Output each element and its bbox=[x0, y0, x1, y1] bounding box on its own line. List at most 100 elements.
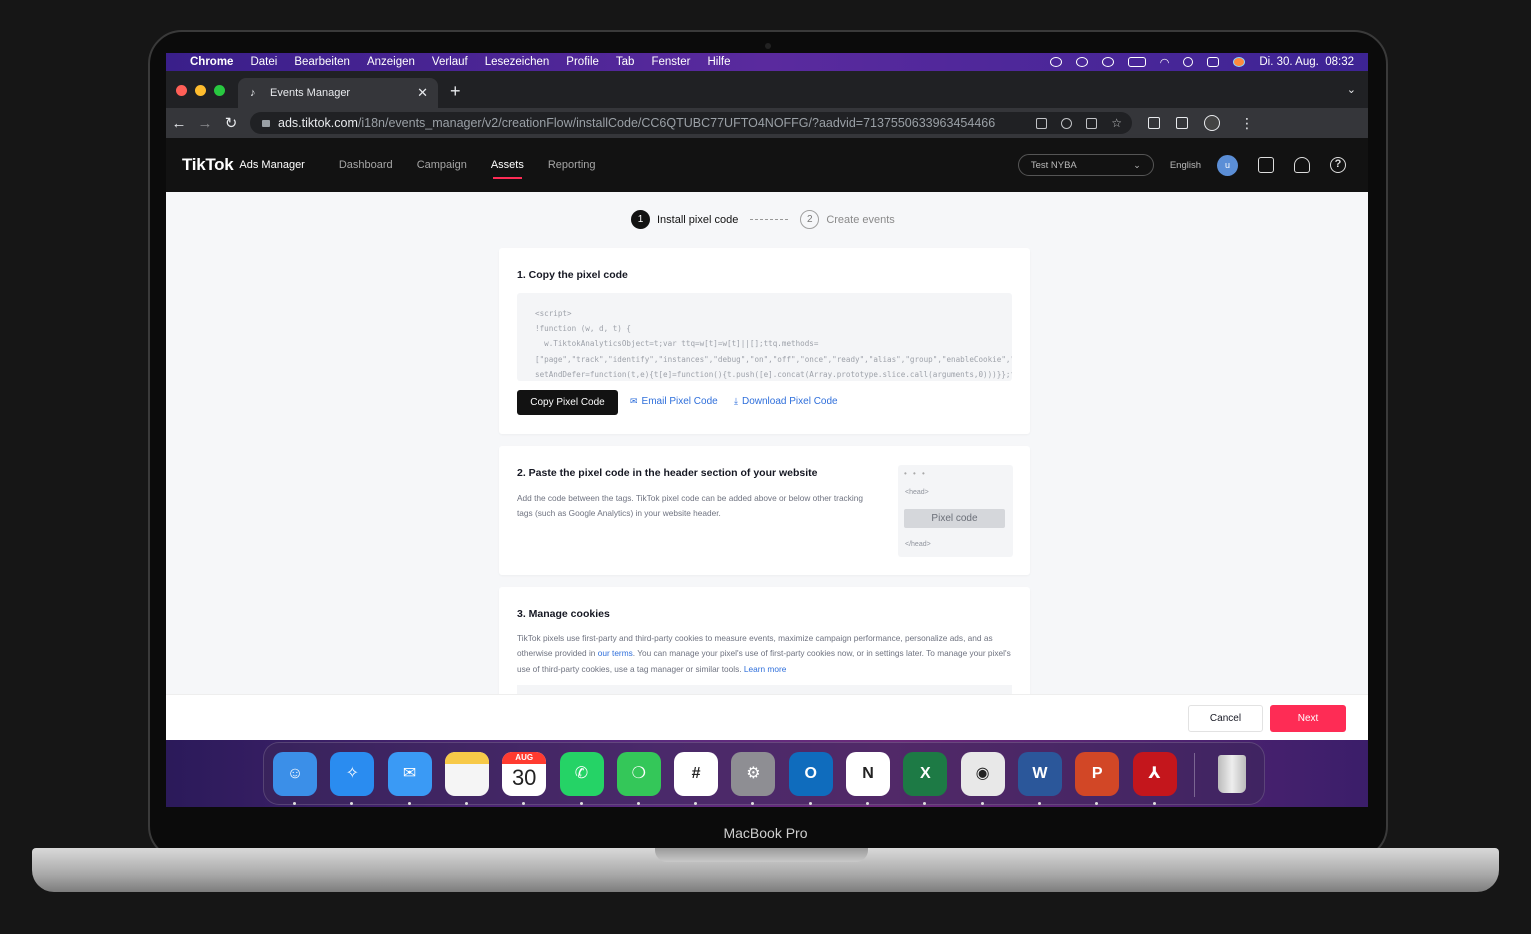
running-indicator bbox=[636, 802, 640, 805]
mail-glyph: ✉ bbox=[402, 765, 417, 782]
nav-reporting[interactable]: Reporting bbox=[548, 138, 596, 192]
mail-icon: ✉ bbox=[630, 396, 638, 406]
mail-icon[interactable]: ✉ bbox=[387, 752, 432, 805]
chrome-menu-icon[interactable]: ⋮ bbox=[1240, 115, 1254, 132]
new-tab-icon[interactable]: + bbox=[450, 82, 461, 100]
laptop-hinge-notch bbox=[655, 848, 868, 862]
battery-icon[interactable] bbox=[1127, 57, 1146, 67]
step-2-label: Create events bbox=[826, 213, 895, 226]
siri-icon[interactable] bbox=[1233, 57, 1246, 67]
acrobat-icon[interactable]: ⅄ bbox=[1132, 752, 1177, 805]
close-tab-icon[interactable]: ✕ bbox=[417, 85, 428, 101]
account-selector[interactable]: Test NYBA ⌄ bbox=[1017, 154, 1154, 176]
tab-search-chevron-down-icon[interactable]: ⌄ bbox=[1347, 83, 1356, 96]
outlook-icon[interactable]: O bbox=[788, 752, 833, 805]
pixel-code-box[interactable]: <script> !function (w, d, t) { w.TiktokA… bbox=[517, 293, 1012, 381]
record-icon[interactable] bbox=[1049, 57, 1062, 67]
email-pixel-code-link[interactable]: ✉ Email Pixel Code bbox=[630, 396, 718, 407]
finder-icon[interactable]: ☺ bbox=[273, 752, 317, 805]
menu-fenster[interactable]: Fenster bbox=[651, 56, 690, 68]
mac-dock: ☺ ✧ ✉ AUG 30 ✆ ❍ # ⚙ O N X ◉ W P ⅄ bbox=[263, 742, 1265, 805]
tiktok-favicon-icon: ♪ bbox=[250, 87, 256, 99]
section3-title: 3. Manage cookies bbox=[517, 608, 610, 620]
powerpoint-icon[interactable]: P bbox=[1075, 752, 1120, 805]
section1-title: 1. Copy the pixel code bbox=[517, 269, 628, 281]
language-selector[interactable]: English bbox=[1170, 160, 1201, 171]
excel-icon[interactable]: X bbox=[903, 752, 948, 805]
word-glyph: W bbox=[1032, 765, 1048, 782]
share-icon[interactable] bbox=[1086, 117, 1098, 129]
safari-icon[interactable]: ✧ bbox=[330, 752, 375, 805]
play-icon[interactable] bbox=[1101, 57, 1114, 67]
system-settings-icon[interactable]: ⚙ bbox=[731, 752, 776, 805]
zoom-window-button[interactable] bbox=[214, 85, 225, 96]
dock-separator bbox=[1194, 753, 1195, 797]
illus-head-tag: <head> bbox=[905, 489, 929, 496]
help-question-icon[interactable]: ? bbox=[1330, 157, 1346, 173]
slack-icon[interactable]: # bbox=[674, 752, 719, 805]
creative-cloud-icon[interactable] bbox=[1075, 57, 1088, 67]
address-bar[interactable]: ads.tiktok.com/i18n/events_manager/v2/cr… bbox=[250, 112, 1132, 134]
running-indicator bbox=[694, 802, 698, 805]
notion-icon[interactable]: N bbox=[846, 752, 890, 805]
menu-hilfe[interactable]: Hilfe bbox=[707, 56, 730, 68]
menu-profile[interactable]: Profile bbox=[566, 56, 599, 68]
tiktok-logo[interactable]: TikTok bbox=[182, 155, 234, 175]
word-icon[interactable]: W bbox=[1017, 752, 1062, 805]
reload-icon[interactable]: ↻ bbox=[218, 114, 244, 132]
lock-icon[interactable] bbox=[262, 119, 270, 127]
running-indicator bbox=[866, 802, 869, 805]
minimize-window-button[interactable] bbox=[195, 85, 206, 96]
mac-menubar: Chrome Datei Bearbeiten Anzeigen Verlauf… bbox=[166, 53, 1368, 71]
nav-assets[interactable]: Assets bbox=[491, 138, 524, 192]
nav-campaign[interactable]: Campaign bbox=[417, 138, 467, 192]
illus-window-dots: • • • bbox=[904, 469, 927, 478]
notes-icon[interactable] bbox=[444, 752, 489, 805]
our-terms-link[interactable]: our terms bbox=[598, 648, 633, 658]
side-panel-icon[interactable] bbox=[1176, 117, 1188, 129]
nav-dashboard[interactable]: Dashboard bbox=[339, 138, 393, 192]
wifi-icon[interactable]: ◠ bbox=[1160, 56, 1170, 69]
menu-datei[interactable]: Datei bbox=[250, 56, 277, 68]
finder-glyph: ☺ bbox=[286, 765, 304, 782]
menu-anzeigen[interactable]: Anzeigen bbox=[367, 56, 415, 68]
menubar-datetime[interactable]: Di. 30. Aug. 08:32 bbox=[1259, 56, 1354, 68]
menu-verlauf[interactable]: Verlauf bbox=[432, 56, 468, 68]
powerpoint-glyph: P bbox=[1091, 765, 1103, 782]
forward-arrow-icon[interactable]: → bbox=[192, 115, 218, 132]
profile-avatar-icon[interactable] bbox=[1204, 115, 1220, 131]
calendar-icon[interactable]: AUG 30 bbox=[502, 752, 547, 805]
translate-icon[interactable] bbox=[1036, 117, 1048, 129]
spotlight-search-icon[interactable] bbox=[1183, 57, 1194, 67]
chrome-icon[interactable]: ◉ bbox=[960, 752, 1005, 805]
download-pixel-code-link[interactable]: ⤓ Download Pixel Code bbox=[734, 396, 838, 407]
briefcase-icon[interactable] bbox=[1258, 157, 1274, 173]
window-controls bbox=[176, 85, 225, 96]
messages-icon[interactable]: ❍ bbox=[616, 752, 661, 805]
zoom-icon[interactable] bbox=[1061, 117, 1073, 129]
back-arrow-icon[interactable]: ← bbox=[166, 115, 192, 132]
camera bbox=[765, 43, 771, 49]
download-icon: ⤓ bbox=[734, 396, 738, 406]
running-indicator bbox=[808, 802, 812, 805]
notification-bell-icon[interactable] bbox=[1294, 157, 1310, 173]
learn-more-link[interactable]: Learn more bbox=[744, 664, 786, 674]
menu-chrome[interactable]: Chrome bbox=[190, 56, 233, 68]
menu-lesezeichen[interactable]: Lesezeichen bbox=[485, 56, 550, 68]
trash-icon[interactable] bbox=[1210, 752, 1254, 796]
menu-bearbeiten[interactable]: Bearbeiten bbox=[294, 56, 350, 68]
whatsapp-icon[interactable]: ✆ bbox=[559, 752, 604, 805]
menu-tab[interactable]: Tab bbox=[616, 56, 635, 68]
control-center-icon[interactable] bbox=[1207, 57, 1220, 67]
user-avatar[interactable]: u bbox=[1217, 154, 1238, 176]
running-indicator bbox=[579, 802, 583, 805]
whatsapp-glyph: ✆ bbox=[574, 765, 589, 782]
running-indicator bbox=[293, 802, 296, 805]
extensions-puzzle-icon[interactable] bbox=[1148, 117, 1160, 129]
close-window-button[interactable] bbox=[176, 85, 187, 96]
next-button[interactable]: Next bbox=[1270, 705, 1346, 732]
browser-tab-events-manager[interactable]: ♪ Events Manager ✕ bbox=[238, 78, 438, 108]
bookmark-star-icon[interactable]: ☆ bbox=[1111, 117, 1122, 129]
cancel-button[interactable]: Cancel bbox=[1188, 705, 1263, 732]
copy-pixel-code-button[interactable]: Copy Pixel Code bbox=[517, 390, 618, 415]
